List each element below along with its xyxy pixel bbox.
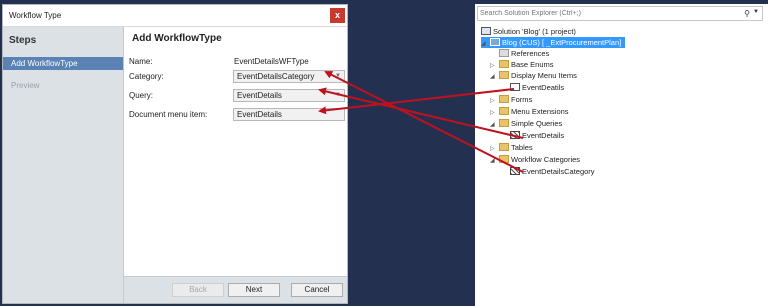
folder-icon (499, 155, 509, 163)
tree-item-base-enums[interactable]: ▷ Base Enums (490, 59, 554, 70)
tree-item-workflow-categories[interactable]: ◢ Workflow Categories (490, 154, 580, 165)
category-select-value: EventDetailsCategory (237, 72, 315, 81)
tree-item-eventdeatils-menu-item[interactable]: EventDeatils (510, 82, 564, 93)
tree-item-references[interactable]: References (499, 48, 549, 59)
name-value: EventDetailsWFType (234, 57, 309, 66)
dialog-title: Workflow Type (9, 11, 62, 20)
solution-search-box[interactable]: ⚲ ▼ (477, 6, 763, 21)
search-icon[interactable]: ⚲ (744, 9, 750, 18)
query-label: Query: (129, 91, 154, 100)
query-select-value: EventDetails (237, 91, 282, 100)
tree-item-label: EventDetailsCategory (522, 167, 595, 176)
workflow-type-dialog: Workflow Type x Steps Add WorkflowType P… (2, 4, 348, 304)
category-icon (510, 167, 520, 175)
collapse-icon[interactable]: ◢ (481, 39, 490, 50)
tree-item-label: Menu Extensions (511, 107, 569, 116)
step-add-workflowtype[interactable]: Add WorkflowType (3, 57, 123, 70)
tree-item-label: Simple Queries (511, 119, 563, 128)
solution-icon (481, 27, 491, 35)
folder-icon (499, 119, 509, 127)
tree-item-menu-extensions[interactable]: ▷ Menu Extensions (490, 106, 569, 117)
wizard-footer: Back Next Cancel (124, 276, 347, 303)
tree-item-label: EventDetails (522, 131, 565, 140)
folder-icon (499, 107, 509, 115)
query-select[interactable]: EventDetails ▼ (233, 89, 345, 102)
tree-item-simple-queries[interactable]: ◢ Simple Queries (490, 118, 562, 129)
tree-item-solution[interactable]: Solution 'Blog' (1 project) (481, 26, 576, 37)
tree-item-label: Workflow Categories (511, 155, 581, 164)
tree-item-display-menu-items[interactable]: ◢ Display Menu Items (490, 70, 577, 81)
folder-icon (499, 143, 509, 151)
close-button[interactable]: x (330, 8, 345, 23)
tree-item-label: EventDeatils (522, 83, 565, 92)
chevron-down-icon[interactable]: ▼ (753, 9, 759, 15)
tree-item-label: Blog (CUS) [ _ExtProcurementPlan] (502, 38, 622, 47)
chevron-down-icon: ▼ (335, 73, 341, 79)
project-icon (490, 38, 500, 46)
document-menu-item-value: EventDetails (237, 110, 282, 119)
back-button[interactable]: Back (172, 283, 224, 297)
folder-icon (499, 60, 509, 68)
tree-item-forms[interactable]: ▷ Forms (490, 94, 532, 105)
query-icon (510, 131, 520, 139)
tree-item-label: Tables (511, 143, 533, 152)
collapse-icon[interactable]: ◢ (490, 120, 499, 131)
steps-panel: Steps Add WorkflowType Preview (3, 27, 124, 303)
tree-item-eventdetails-query[interactable]: EventDetails (510, 130, 564, 141)
menu-item-icon (510, 83, 520, 91)
cancel-button[interactable]: Cancel (291, 283, 343, 297)
tree-item-label: Forms (511, 95, 533, 104)
step-preview[interactable]: Preview (3, 79, 123, 92)
tree-item-label: References (511, 49, 550, 58)
name-label: Name: (129, 57, 153, 66)
tree-item-project[interactable]: ◢ Blog (CUS) [ _ExtProcurementPlan] (481, 37, 626, 50)
tree-item-label: Solution 'Blog' (1 project) (493, 27, 576, 36)
folder-icon (499, 95, 509, 103)
steps-heading: Steps (9, 35, 37, 46)
page-title: Add WorkflowType (132, 33, 222, 44)
category-label: Category: (129, 72, 164, 81)
collapse-icon[interactable]: ◢ (490, 156, 499, 167)
wizard-content: Add WorkflowType Name: EventDetailsWFTyp… (124, 27, 347, 277)
chevron-down-icon: ▼ (335, 92, 341, 98)
solution-search-input[interactable] (480, 8, 730, 19)
dialog-titlebar: Workflow Type x (3, 5, 347, 27)
tree-item-eventdetailscategory[interactable]: EventDetailsCategory (510, 166, 595, 177)
solution-explorer: ⚲ ▼ Solution 'Blog' (1 project) ◢ Blog (C… (475, 4, 768, 306)
collapse-icon[interactable]: ◢ (490, 72, 499, 83)
document-menu-item-label: Document menu item: (129, 110, 208, 119)
tree-item-tables[interactable]: ▷ Tables (490, 142, 533, 153)
next-button[interactable]: Next (228, 283, 280, 297)
references-icon (499, 49, 509, 57)
tree-item-label: Display Menu Items (511, 71, 577, 80)
tree-item-label: Base Enums (511, 60, 554, 69)
folder-icon (499, 71, 509, 79)
document-menu-item-select[interactable]: EventDetails (233, 108, 345, 121)
category-select[interactable]: EventDetailsCategory ▼ (233, 70, 345, 83)
